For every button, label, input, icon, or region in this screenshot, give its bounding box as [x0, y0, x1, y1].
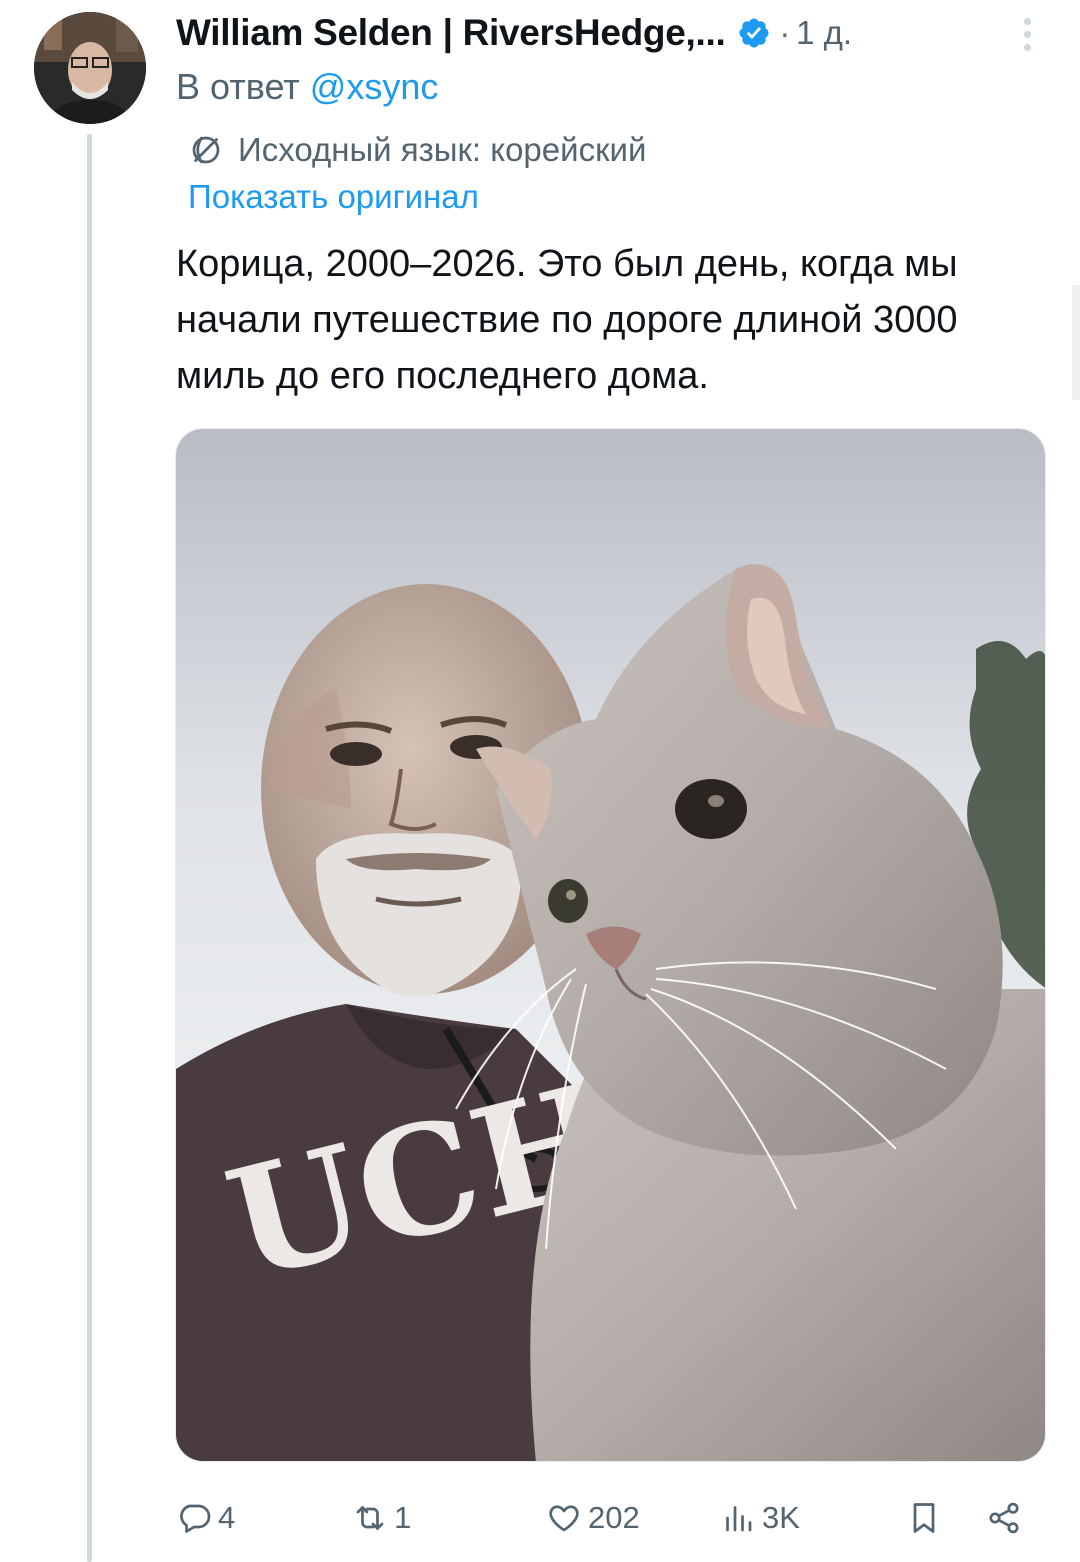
dot-icon — [1023, 43, 1031, 51]
author-name[interactable]: William Selden | RiversHedge,... — [176, 12, 726, 54]
like-count: 202 — [588, 1500, 640, 1535]
show-original-link[interactable]: Показать оригинал — [188, 178, 479, 216]
verified-badge-icon — [737, 16, 771, 50]
share-button[interactable] — [986, 1488, 1022, 1548]
reply-context: В ответ @xsync — [176, 66, 438, 108]
tweet-photo[interactable]: UCH — [175, 428, 1046, 1462]
dot-icon — [1023, 30, 1031, 38]
share-icon — [986, 1500, 1022, 1536]
dot-icon — [1023, 17, 1031, 25]
translate-icon — [188, 132, 224, 168]
tweet-text: Корица, 2000–2026. Это был день, когда м… — [176, 243, 958, 397]
retweet-button[interactable]: 1 — [352, 1488, 411, 1548]
translation-note: Исходный язык: корейский — [188, 128, 646, 172]
bookmark-icon — [906, 1500, 942, 1536]
reply-handle-link[interactable]: @xsync — [310, 66, 439, 107]
translation-note-text: Исходный язык: корейский — [238, 131, 647, 168]
tweet-header: William Selden | RiversHedge,... · 1 д. — [176, 8, 1056, 58]
avatar[interactable] — [34, 12, 146, 124]
separator-dot: · — [779, 14, 791, 51]
thread-line — [87, 134, 92, 1562]
scrollbar[interactable] — [1072, 285, 1080, 400]
views-count: 3K — [762, 1500, 800, 1535]
retweet-count: 1 — [394, 1500, 412, 1535]
tweet[interactable]: William Selden | RiversHedge,... · 1 д. … — [0, 0, 1080, 1562]
heart-icon — [546, 1500, 582, 1536]
more-options-button[interactable] — [1012, 14, 1042, 54]
tweet-actions: 4 1 202 3K — [176, 1488, 1046, 1548]
reply-prefix: В ответ — [176, 66, 300, 107]
retweet-icon — [352, 1500, 388, 1536]
reply-icon — [176, 1500, 212, 1536]
reply-count: 4 — [218, 1500, 236, 1535]
like-button[interactable]: 202 — [546, 1488, 640, 1548]
post-time[interactable]: 1 д. — [796, 14, 852, 52]
bookmark-button[interactable] — [906, 1488, 942, 1548]
views-button[interactable]: 3K — [720, 1488, 800, 1548]
views-icon — [720, 1500, 756, 1536]
reply-button[interactable]: 4 — [176, 1488, 235, 1548]
